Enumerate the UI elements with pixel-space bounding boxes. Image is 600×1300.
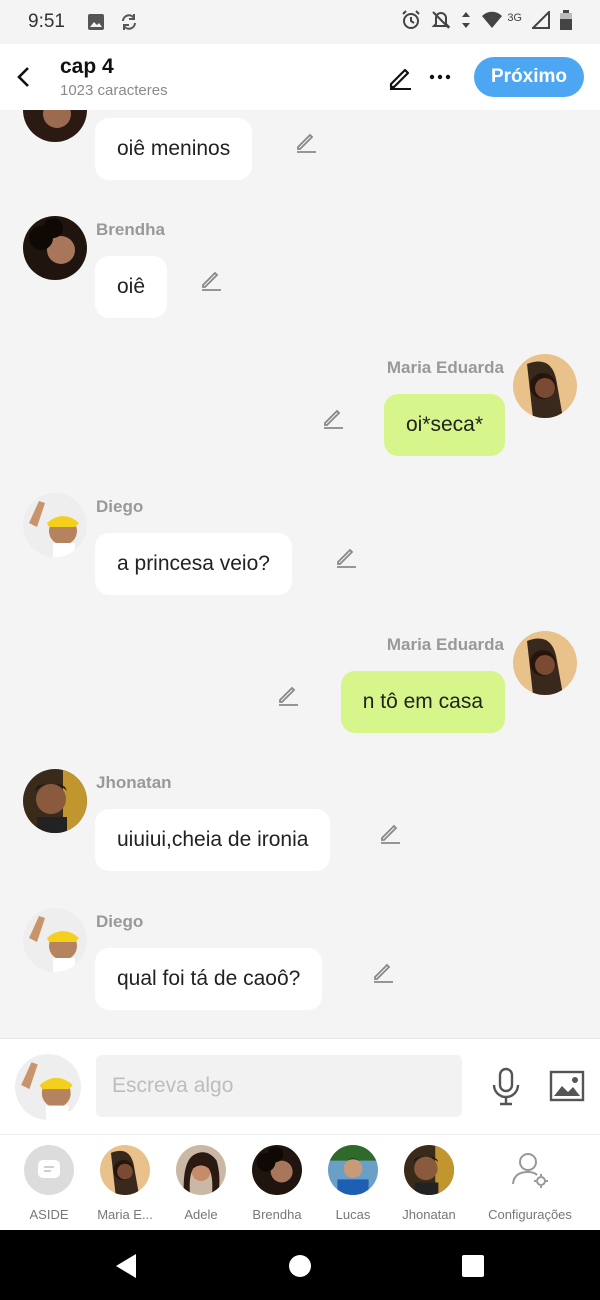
- character-maria-eduarda[interactable]: Maria E...: [87, 1145, 163, 1222]
- edit-icon: [337, 548, 356, 568]
- edit-icon: [297, 133, 316, 153]
- avatar: [100, 1145, 150, 1195]
- system-nav-bar: [0, 1230, 600, 1300]
- aside-icon: [38, 1160, 60, 1178]
- nav-back-button[interactable]: [108, 1248, 144, 1284]
- sender-name: Maria Eduarda: [386, 635, 504, 654]
- sync-icon: [119, 12, 139, 32]
- edit-message-button[interactable]: [198, 266, 224, 292]
- avatar: [404, 1145, 454, 1195]
- edit-message-button[interactable]: [275, 681, 301, 707]
- character-label: ASIDE: [29, 1207, 69, 1222]
- status-bar: 9:51 3G: [0, 0, 600, 44]
- nav-back-icon: [116, 1254, 136, 1278]
- back-button[interactable]: [0, 54, 46, 100]
- message-bubble[interactable]: qual foi tá de caoô?: [95, 948, 323, 1010]
- data-arrows-icon: [461, 11, 471, 34]
- settings-user-icon: [512, 1153, 548, 1188]
- avatar-brendha[interactable]: [23, 110, 87, 142]
- character-aside[interactable]: ASIDE: [11, 1145, 87, 1222]
- sender-name: Diego: [96, 497, 144, 516]
- mic-icon: [492, 1067, 520, 1106]
- nav-recents-button[interactable]: [455, 1248, 491, 1284]
- edit-icon: [202, 271, 221, 291]
- character-adele[interactable]: Adele: [163, 1145, 239, 1222]
- header-actions: Próximo: [380, 57, 600, 97]
- message-bubble[interactable]: oi*seca*: [383, 394, 505, 456]
- title-block: cap 4 1023 caracteres: [60, 55, 168, 99]
- edit-message-button[interactable]: [320, 404, 346, 430]
- signal-icon: [530, 9, 550, 34]
- avatar-diego[interactable]: [23, 908, 87, 972]
- edit-icon: [374, 963, 393, 983]
- settings-icon-wrap: [505, 1145, 555, 1195]
- pencil-icon: [389, 68, 411, 90]
- network-label: 3G: [507, 12, 522, 24]
- edit-message-button[interactable]: [333, 543, 359, 569]
- avatar-maria-eduarda[interactable]: [513, 631, 577, 695]
- character-bar: ASIDE Maria E... Adele Brendha Lucas Jho…: [0, 1134, 600, 1230]
- avatar-maria-eduarda[interactable]: [513, 354, 577, 418]
- more-icon: [429, 74, 451, 80]
- gallery-icon: [87, 13, 105, 31]
- edit-message-button[interactable]: [293, 128, 319, 154]
- character-label: Configurações: [488, 1207, 572, 1222]
- avatar: [176, 1145, 226, 1195]
- current-speaker-avatar[interactable]: [15, 1054, 81, 1120]
- mute-icon: [431, 10, 451, 35]
- avatar: [328, 1145, 378, 1195]
- message-bubble[interactable]: n tô em casa: [340, 671, 505, 733]
- avatar: [252, 1145, 302, 1195]
- message-composer: [0, 1038, 600, 1134]
- character-label: Adele: [184, 1207, 218, 1222]
- character-label: Jhonatan: [402, 1207, 456, 1222]
- nav-recents-icon: [462, 1255, 484, 1277]
- more-button[interactable]: [420, 57, 460, 97]
- battery-icon: [560, 9, 572, 35]
- edit-icon: [381, 824, 400, 844]
- message-bubble[interactable]: a princesa veio?: [95, 533, 292, 595]
- avatar-jhonatan[interactable]: [23, 769, 87, 833]
- sender-name: Brendha: [96, 220, 165, 239]
- character-count: 1023 caracteres: [60, 82, 168, 99]
- nav-home-button[interactable]: [282, 1248, 318, 1284]
- alarm-icon: [401, 9, 421, 35]
- sender-name: Diego: [96, 912, 144, 931]
- avatar-diego[interactable]: [23, 493, 87, 557]
- sender-name: Jhonatan: [96, 773, 172, 792]
- avatar-brendha[interactable]: [23, 216, 87, 280]
- status-icons: 3G: [401, 9, 572, 35]
- edit-icon: [279, 686, 298, 706]
- character-label: Brendha: [252, 1207, 302, 1222]
- page-title: cap 4: [60, 55, 114, 78]
- edit-icon: [324, 409, 343, 429]
- image-icon: [549, 1070, 585, 1102]
- message-bubble[interactable]: uiuiui,cheia de ironia: [95, 809, 331, 871]
- back-arrow-icon: [17, 67, 29, 87]
- mic-button[interactable]: [488, 1065, 524, 1109]
- character-label: Maria E...: [97, 1207, 153, 1222]
- image-button[interactable]: [548, 1067, 586, 1105]
- wifi-icon: [481, 11, 503, 34]
- edit-message-button[interactable]: [370, 958, 396, 984]
- character-brendha[interactable]: Brendha: [239, 1145, 315, 1222]
- message-input[interactable]: [96, 1055, 462, 1117]
- character-lucas[interactable]: Lucas: [315, 1145, 391, 1222]
- character-label: Lucas: [335, 1207, 371, 1222]
- message-bubble[interactable]: oiê: [95, 256, 168, 318]
- edit-message-button[interactable]: [377, 819, 403, 845]
- edit-title-button[interactable]: [380, 57, 420, 97]
- nav-home-icon: [289, 1255, 311, 1277]
- character-jhonatan[interactable]: Jhonatan: [391, 1145, 467, 1222]
- status-time: 9:51: [28, 11, 65, 32]
- app-header: cap 4 1023 caracteres Próximo: [0, 44, 600, 110]
- chat-area[interactable]: oiê meninos Brendha oiê Maria Eduarda oi…: [0, 110, 600, 1038]
- sender-name: Maria Eduarda: [386, 358, 504, 377]
- message-bubble[interactable]: oiê meninos: [95, 118, 253, 180]
- settings-button[interactable]: Configurações: [480, 1145, 580, 1222]
- next-button[interactable]: Próximo: [474, 57, 584, 97]
- aside-avatar: [24, 1145, 74, 1195]
